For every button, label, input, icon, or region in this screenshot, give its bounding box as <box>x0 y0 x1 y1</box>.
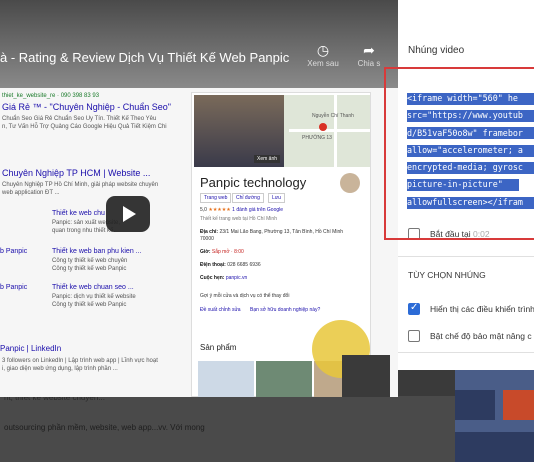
phone: 028 6685 6936 <box>227 262 261 268</box>
serp-line: web application ĐT ... <box>2 190 60 196</box>
serp-heading: Panpic | LinkedIn <box>0 344 62 353</box>
divider <box>398 352 534 353</box>
order-value: panpic.vn <box>225 275 248 281</box>
share-icon: ➦ <box>363 42 375 58</box>
serp-line: Chuẩn Seo Giá Rẻ Chuẩn Seo Uy Tín. Thiết… <box>2 116 157 122</box>
serp-sublink: Thiết ke web chu <box>52 210 105 217</box>
hours-label: Giờ: <box>200 249 211 255</box>
highlight-frame <box>384 67 534 240</box>
serp-line: Công ty thiết kế web Panpic <box>52 266 127 272</box>
serp-sublink: b Panpic <box>0 284 28 291</box>
share-button[interactable]: ➦ Chia s <box>352 42 386 68</box>
show-controls-checkbox[interactable] <box>408 302 420 315</box>
thumb-tile <box>503 390 534 420</box>
kp-link: Bạn sở hữu doanh nghiệp này? <box>250 307 321 313</box>
video-title[interactable]: à - Rating & Review Dịch Vụ Thiết Kế Web… <box>0 50 289 65</box>
related-thumbnail[interactable] <box>455 370 534 462</box>
screen: ht, thiết kế website chuyên... outsourci… <box>0 0 534 462</box>
divider <box>398 256 534 257</box>
suggest-line: Gợi ý mỗi cửa và dịch vụ có thể thay đổi <box>200 293 290 299</box>
postcode: 70000 <box>200 236 214 242</box>
serp-line: 3 followers on LinkedIn | Lập trình web … <box>2 358 158 364</box>
serp-sublink: Thiết ke web chuan seo ... <box>52 284 134 291</box>
product-thumb <box>198 361 254 397</box>
serp-line: n, Tư Vấn Hỗ Trợ Quảng Cáo Google Hiệu Q… <box>2 124 167 130</box>
map-place: Nguyễn Chí Thanh <box>312 113 354 119</box>
serp-line: quan trong nhu thiết kế. <box>52 228 116 234</box>
play-button[interactable] <box>106 196 150 232</box>
kp-button: Chỉ đường <box>232 193 264 203</box>
hours-line: Giờ: Sắp mở · 8:00 <box>200 249 244 255</box>
rating-note: 1 đánh giá trên Google <box>232 207 284 213</box>
serp-heading: Giá Rẻ ™ - "Chuyên Nghiệp - Chuẩn Seo" <box>2 102 171 112</box>
rating-value: 5,0 <box>200 207 207 213</box>
serp-sublink: Thiết ke web ban phu kien ... <box>52 248 142 255</box>
address: 23/1 Mai Lão Bang, Phường 13, Tân Bình, … <box>219 229 344 235</box>
address-label: Địa chỉ: <box>200 229 219 235</box>
privacy-mode-label: Bật chế độ bảo mật nâng c <box>430 331 532 341</box>
watch-later-label: Xem sau <box>307 59 339 68</box>
serp-line: i, giao diện web ứng dụng, lập trình phầ… <box>2 366 118 372</box>
product-thumb <box>256 361 312 397</box>
serp-sublink: b Panpic <box>0 248 28 255</box>
thumb-tile <box>455 432 534 462</box>
options-heading: TÙY CHỌN NHÚNG <box>408 270 486 280</box>
products-label: Sản phẩm <box>200 343 237 352</box>
business-name: Panpic technology <box>200 175 307 190</box>
embed-title: Nhúng video <box>408 45 465 56</box>
clock-icon: ◷ <box>316 42 330 58</box>
phone-label: Điện thoại: <box>200 262 226 268</box>
category: Thiết kế trang web tại Hồ Chí Minh <box>200 216 277 222</box>
serp-line: Panpic: dịch vụ thiết kế website <box>52 294 136 300</box>
rating-stars: ★★★★★ <box>208 207 231 213</box>
thumb-tile <box>455 390 495 420</box>
watch-later-button[interactable]: ◷ Xem sau <box>306 42 340 68</box>
hours: Sắp mở · 8:00 <box>211 249 244 255</box>
map-preview: Nguyễn Chí Thanh PHƯỜNG 13 Xem ảnh <box>194 95 370 167</box>
business-logo <box>340 173 360 193</box>
privacy-mode-checkbox[interactable] <box>408 330 420 342</box>
map-pin-icon <box>319 123 327 131</box>
show-controls-label: Hiển thị các điều khiển trình <box>430 304 534 314</box>
map-road <box>289 129 370 132</box>
order-line: Cuộc hẹn: panpic.vn <box>200 275 247 281</box>
map-ward: PHƯỜNG 13 <box>302 135 332 141</box>
serp-line: Chuyên Nghiệp TP Hồ Chí Minh, giải pháp … <box>2 182 159 188</box>
serp-heading: Chuyên Nghiệp TP HCM | Website ... <box>2 168 151 178</box>
view-photos-label: Xem ảnh <box>254 155 281 163</box>
serp-line: thiet_ke_website_re · 090 398 83 93 <box>2 93 100 99</box>
kp-button: Trang web <box>200 193 232 203</box>
order-label: Cuộc hẹn: <box>200 275 225 281</box>
share-label: Chia s <box>357 59 381 68</box>
video-player[interactable]: à - Rating & Review Dịch Vụ Thiết Kế Web… <box>0 0 398 397</box>
map-road <box>334 95 337 167</box>
kp-button: Lưu <box>268 193 285 203</box>
kp-link: Đề xuất chỉnh sửa <box>200 307 241 313</box>
presenter-thumb <box>342 355 390 397</box>
rating-line: 5,0 ★★★★★ 1 đánh giá trên Google <box>200 207 283 213</box>
below-text-2: outsourcing phần mềm, website, web app..… <box>4 423 205 432</box>
serp-line: Công ty thiết kế web chuyên <box>52 258 128 264</box>
address-line: Địa chỉ: 23/1 Mai Lão Bang, Phường 13, T… <box>200 229 343 235</box>
phone-line: Điện thoại: 028 6685 6936 <box>200 262 261 268</box>
serp-line: Công ty thiết kế web Panpic <box>52 302 127 308</box>
